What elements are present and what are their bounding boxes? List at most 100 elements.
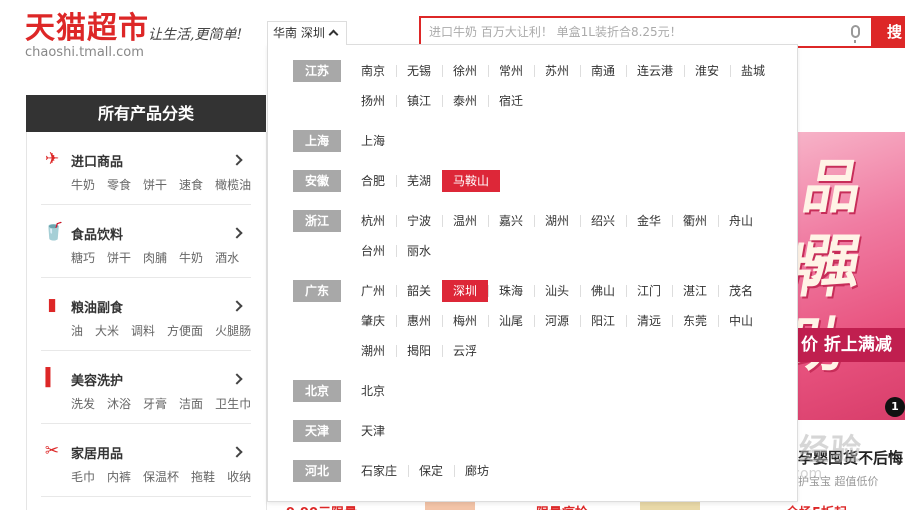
category-sub-link[interactable]: 洁面 [179,397,203,411]
category-sub-link[interactable]: 内裤 [107,470,131,484]
category-sub-link[interactable]: 糖巧 [71,251,95,265]
category-item[interactable]: ▮ 粮油副食油大米 调料 方便面 火腿肠 [41,278,251,351]
category-sub-link[interactable]: 饼干 [143,178,167,192]
category-sub-link[interactable]: 拖鞋 [191,470,215,484]
city-option[interactable]: 北京 [350,380,396,402]
city-option[interactable]: 茂名 [718,280,764,302]
category-item[interactable]: ✈ 进口商品 牛奶 零食 饼干 速食 橄榄油 [41,132,251,205]
city-option[interactable]: 河源 [534,310,580,332]
slide-indicator[interactable]: 1 [885,397,905,417]
city-option[interactable]: 镇江 [396,90,442,112]
city-option[interactable]: 韶关 [396,280,442,302]
city-option[interactable]: 珠海 [488,280,534,302]
city-option[interactable]: 绍兴 [580,210,626,232]
bottom-promo-right[interactable]: 全场5折起 [786,502,847,510]
category-sub-link[interactable]: 油 [71,324,83,338]
category-sub-link[interactable]: 毛巾 [71,470,95,484]
category-title[interactable]: 食品饮料 [71,224,123,243]
region-selector-button[interactable]: 华南 深圳 [267,21,347,45]
category-title[interactable]: 粮油副食 [71,297,123,316]
city-option[interactable]: 徐州 [442,60,488,82]
city-option[interactable]: 合肥 [350,170,396,192]
category-sub-link[interactable]: 肉脯 [143,251,167,265]
city-option[interactable]: 清远 [626,310,672,332]
city-option[interactable]: 马鞍山 [442,170,501,192]
city-option[interactable]: 潮州 [350,340,396,362]
city-option[interactable]: 湛江 [672,280,718,302]
city-option[interactable]: 湖州 [534,210,580,232]
city-option[interactable]: 温州 [442,210,488,232]
category-sub-link[interactable]: 调料 [131,324,155,338]
city-option[interactable]: 阳江 [580,310,626,332]
city-option[interactable]: 保定 [408,460,454,482]
city-option[interactable]: 淮安 [684,60,730,82]
city-option[interactable]: 汕头 [534,280,580,302]
city-option[interactable]: 衢州 [672,210,718,232]
category-sub-link[interactable]: 零食 [107,178,131,192]
city-option[interactable]: 汕尾 [488,310,534,332]
category-sub-link[interactable]: 大米 [95,324,119,338]
search-input[interactable] [421,18,869,46]
category-title[interactable]: 美容洗护 [71,370,123,389]
city-option[interactable]: 宁波 [396,210,442,232]
city-option[interactable]: 芜湖 [396,170,442,192]
category-sub-link[interactable]: 酒水 [215,251,239,265]
category-sub-link[interactable]: 牛奶 [71,178,95,192]
city-option[interactable]: 苏州 [534,60,580,82]
city-option[interactable]: 廊坊 [454,460,500,482]
category-sub-link[interactable]: 保温杯 [143,470,179,484]
city-option[interactable]: 梅州 [442,310,488,332]
category-sub-link[interactable]: 牙膏 [143,397,167,411]
city-option[interactable]: 南京 [350,60,396,82]
category-title[interactable]: 家居用品 [71,443,123,462]
city-option[interactable]: 云浮 [442,340,488,362]
category-sub-link[interactable]: 火腿肠 [215,324,251,338]
city-option[interactable]: 无锡 [396,60,442,82]
category-sub-link[interactable]: 沐浴 [107,397,131,411]
city-option[interactable]: 嘉兴 [488,210,534,232]
city-option[interactable]: 中山 [718,310,764,332]
city-option[interactable]: 肇庆 [350,310,396,332]
category-sub-link[interactable]: 收纳 [227,470,251,484]
city-option[interactable]: 金华 [626,210,672,232]
city-option[interactable]: 佛山 [580,280,626,302]
category-sub-link[interactable]: 方便面 [167,324,203,338]
bottom-product-thumb[interactable] [640,501,700,510]
city-option[interactable]: 天津 [350,420,396,442]
city-option[interactable]: 江门 [626,280,672,302]
promo-banner[interactable]: 品牌 强助 价 折上满减 [797,132,905,420]
city-option[interactable]: 盐城 [730,60,776,82]
city-option[interactable]: 南通 [580,60,626,82]
city-option[interactable]: 常州 [488,60,534,82]
city-option[interactable]: 东莞 [672,310,718,332]
category-item[interactable]: ▍ 美容洗护 洗发 沐浴 牙膏 洁面 卫生巾 [41,351,251,424]
category-title[interactable]: 进口商品 [71,151,123,170]
city-option[interactable]: 深圳 [442,280,489,302]
category-sub-link[interactable]: 牛奶 [179,251,203,265]
category-sub-link[interactable]: 饼干 [107,251,131,265]
city-option[interactable]: 泰州 [442,90,488,112]
category-sub-link[interactable]: 卫生巾 [215,397,251,411]
category-sub-link[interactable]: 速食 [179,178,203,192]
city-option[interactable]: 丽水 [396,240,442,262]
bottom-promo-left[interactable]: 9.90元限量 [286,502,357,510]
search-button[interactable]: 搜 [871,16,905,48]
bottom-product-thumb[interactable] [425,501,475,510]
city-option[interactable]: 舟山 [718,210,764,232]
category-item[interactable]: 🥤 食品饮料 糖巧 饼干 肉脯 牛奶 酒水 [41,205,251,278]
city-option[interactable]: 广州 [350,280,396,302]
logo[interactable]: 天猫超市 chaoshi.tmall.com [25,12,149,61]
bottom-promo-mid[interactable]: 限量疯抢 [536,502,588,510]
city-option[interactable]: 上海 [350,130,396,152]
category-sub-link[interactable]: 橄榄油 [215,178,251,192]
microphone-icon[interactable] [851,25,860,43]
city-option[interactable]: 台州 [350,240,396,262]
city-option[interactable]: 惠州 [396,310,442,332]
city-option[interactable]: 宿迁 [488,90,534,112]
city-option[interactable]: 石家庄 [350,460,408,482]
city-option[interactable]: 扬州 [350,90,396,112]
city-option[interactable]: 连云港 [626,60,684,82]
city-option[interactable]: 杭州 [350,210,396,232]
city-option[interactable]: 揭阳 [396,340,442,362]
category-sub-link[interactable]: 洗发 [71,397,95,411]
